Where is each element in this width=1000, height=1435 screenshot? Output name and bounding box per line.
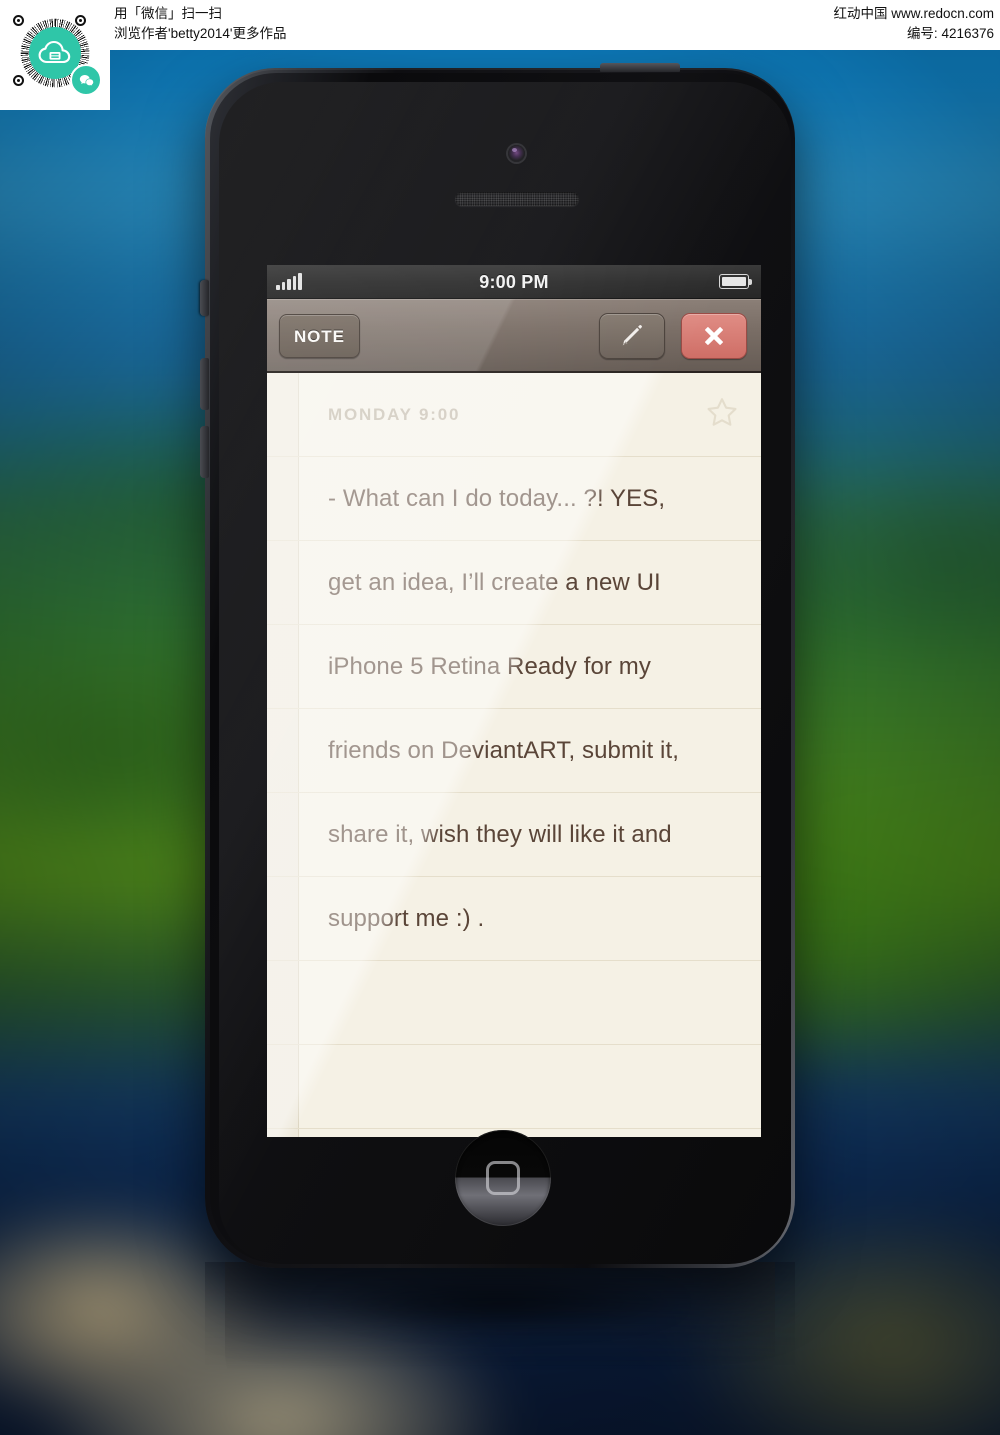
note-line-row-empty[interactable]: [267, 961, 761, 1045]
wechat-qr-code-icon: [0, 0, 110, 110]
close-note-button[interactable]: [681, 313, 747, 359]
note-line-row[interactable]: iPhone 5 Retina Ready for my: [267, 625, 761, 709]
home-square-icon: [486, 1161, 520, 1195]
phone-front-face: 9:00 PM NOTE MONDAY 9:00 - What can I do…: [219, 82, 791, 1264]
note-line-text: get an idea, I’ll create a new UI: [328, 568, 661, 596]
note-date-label: MONDAY 9:00: [328, 404, 461, 424]
note-line-row[interactable]: support me :) .: [267, 877, 761, 961]
phone-bezel: 9:00 PM NOTE MONDAY 9:00 - What can I do…: [210, 73, 791, 1264]
battery-icon: [719, 274, 752, 289]
watermark-right-text: 红动中国 www.redocn.com 编号: 4216376: [833, 4, 994, 43]
phone-screen: 9:00 PM NOTE MONDAY 9:00 - What can I do…: [267, 265, 761, 1137]
front-camera-icon: [508, 145, 525, 162]
watermark-item-number: 编号: 4216376: [906, 25, 994, 41]
status-bar-clock: 9:00 PM: [479, 272, 549, 292]
phone-outer-frame: 9:00 PM NOTE MONDAY 9:00 - What can I do…: [200, 63, 795, 1268]
volume-up-button[interactable]: [200, 358, 209, 410]
note-title-button[interactable]: NOTE: [279, 314, 360, 358]
power-button[interactable]: [600, 63, 680, 72]
note-line-text: share it, wish they will like it and: [328, 820, 672, 848]
status-bar: 9:00 PM: [267, 265, 761, 299]
note-line-row[interactable]: get an idea, I’ll create a new UI: [267, 541, 761, 625]
pencil-icon: [622, 324, 642, 346]
note-line-text: - What can I do today... ?! YES,: [328, 484, 666, 512]
cloud-printer-icon: [38, 40, 71, 64]
navigation-bar: NOTE: [267, 299, 761, 373]
close-x-icon: [705, 327, 723, 345]
note-line-row-empty[interactable]: [267, 1045, 761, 1129]
note-line-row[interactable]: friends on DeviantART, submit it,: [267, 709, 761, 793]
note-line-row[interactable]: share it, wish they will like it and: [267, 793, 761, 877]
watermark-left-text: 用「微信」扫一扫 浏览作者'betty2014'更多作品: [114, 4, 286, 43]
note-line-text: friends on DeviantART, submit it,: [328, 736, 680, 764]
phone-drop-shadow: [227, 1258, 773, 1348]
silent-switch[interactable]: [200, 280, 209, 316]
watermark-scan-hint: 用「微信」扫一扫: [114, 6, 222, 21]
volume-down-button[interactable]: [200, 426, 209, 478]
earpiece-speaker-icon: [455, 192, 579, 206]
iphone-device: 9:00 PM NOTE MONDAY 9:00 - What can I do…: [200, 63, 795, 1348]
note-line-text: iPhone 5 Retina Ready for my: [328, 652, 651, 680]
note-line-text: support me :) .: [328, 904, 485, 932]
watermark-author-hint: 浏览作者'betty2014'更多作品: [114, 25, 287, 41]
note-paper[interactable]: MONDAY 9:00 - What can I do today... ?! …: [267, 373, 761, 1137]
wechat-badge-icon: [70, 64, 102, 96]
edit-note-button[interactable]: [599, 313, 665, 359]
watermark-site-url: 红动中国 www.redocn.com: [833, 6, 994, 21]
favorite-star-icon[interactable]: [705, 395, 739, 434]
note-line-row[interactable]: - What can I do today... ?! YES,: [267, 457, 761, 541]
note-date-row: MONDAY 9:00: [267, 373, 761, 457]
home-button[interactable]: [455, 1130, 551, 1226]
